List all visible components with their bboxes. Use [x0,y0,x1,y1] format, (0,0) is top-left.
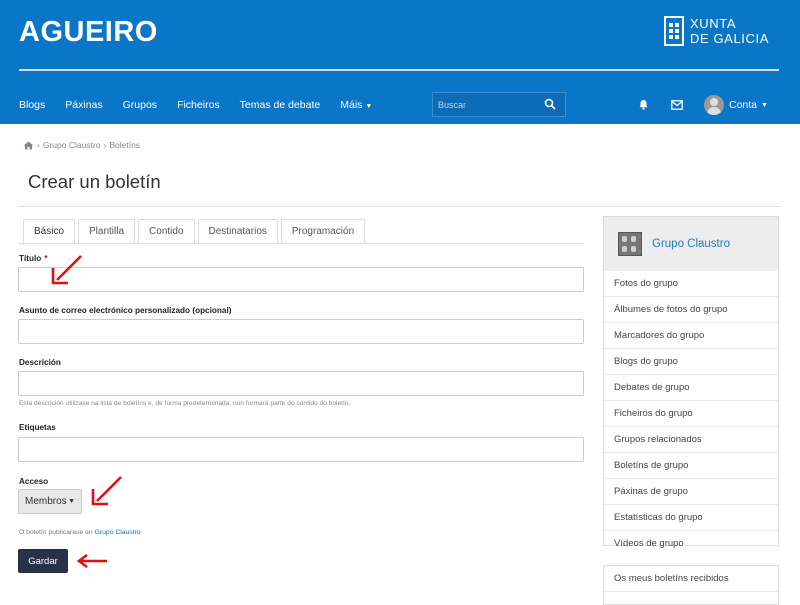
newsletter-sidebar: Os meus boletíns recibidos [603,565,779,605]
title-field[interactable] [18,267,584,292]
tab-template[interactable]: Plantilla [78,219,136,243]
nav-files[interactable]: Ficheiros [177,99,220,111]
sidebar-item-photo-albums[interactable]: Álbumes de fotos do grupo [604,297,778,323]
title-divider [18,206,780,207]
publish-note-text: O boletín publicarase en [19,529,93,536]
sidebar-item-videos[interactable]: Vídeos de grupo [604,531,778,556]
annotation-arrow-icon [51,255,82,285]
search-box [432,92,566,117]
xunta-emblem-icon [664,16,684,46]
tab-basic[interactable]: Básico [23,219,76,245]
chevron-down-icon: ▼ [365,103,373,110]
sidebar-item-pages[interactable]: Páxinas de grupo [604,479,778,505]
nav-pages[interactable]: Páxinas [65,99,102,111]
access-select-value: Membros [25,496,67,507]
avatar [704,95,724,115]
group-sidebar: Grupo Claustro Fotos do grupo Álbumes de… [603,216,779,549]
subject-label: Asunto de correo electrónico personaliza… [19,306,232,315]
sidebar-menu: Fotos do grupo Álbumes de fotos do grupo… [604,271,778,556]
nav-more-label: Máis [340,99,363,111]
sidebar-item-related-groups[interactable]: Grupos relacionados [604,427,778,453]
chevron-down-icon: ▼ [68,498,75,505]
nav-blogs[interactable]: Blogs [19,99,45,111]
main-nav: Blogs Páxinas Grupos Ficheiros Temas de … [19,92,392,118]
brand-line-1: XUNTA [690,16,737,31]
annotation-arrow-icon [76,553,107,569]
sidebar-item-discussions[interactable]: Debates de grupo [604,375,778,401]
access-label: Acceso [19,477,49,486]
account-label: Conta [729,99,758,111]
search-icon[interactable] [544,98,556,110]
header-divider [19,69,779,71]
breadcrumb-newsletters[interactable]: Boletíns [109,140,140,150]
sidebar-item-blogs[interactable]: Blogs do grupo [604,349,778,375]
tabs-divider [18,243,584,244]
account-menu[interactable]: Conta ▼ [704,95,768,115]
sidebar-item-files[interactable]: Ficheiros do grupo [604,401,778,427]
xunta-logo[interactable]: XUNTA DE GALICIA [664,16,769,46]
home-icon[interactable] [23,141,34,150]
annotation-arrow-icon [91,476,122,506]
description-help: Esta descrición utilizase na lista de bo… [19,400,351,407]
nav-more[interactable]: Máis ▼ [340,99,372,111]
tab-content[interactable]: Contido [138,219,195,243]
group-icon [618,232,642,256]
nav-groups[interactable]: Grupos [123,99,157,111]
description-label: Descrición [19,358,61,367]
sidebar-item-statistics[interactable]: Estatísticas do grupo [604,505,778,531]
publish-note-group-link[interactable]: Grupo Claustro [95,529,141,536]
page-title: Crear un boletín [28,171,161,192]
access-select[interactable]: Membros ▼ [18,489,82,514]
save-button[interactable]: Gardar [18,549,68,573]
top-header: AGUEIRO XUNTA DE GALICIA Blogs Páxinas G… [0,0,800,124]
tags-label: Etiquetas [19,423,56,432]
tab-recipients[interactable]: Destinatarios [197,219,278,243]
mail-icon[interactable] [671,100,683,110]
bell-icon[interactable] [638,99,649,110]
publish-note: O boletín publicarase en Grupo Claustro [19,529,141,536]
sidebar-item-bookmarks[interactable]: Marcadores do grupo [604,323,778,349]
required-marker: * [44,254,48,263]
description-field[interactable] [18,371,584,396]
sidebar-header: Grupo Claustro [604,217,778,271]
breadcrumb-separator: › [37,140,40,150]
form-tabs: Básico Plantilla Contido Destinatarios P… [23,219,368,245]
sidebar-item-photos[interactable]: Fotos do grupo [604,271,778,297]
breadcrumb: › Grupo Claustro › Boletíns [23,140,140,150]
title-label-text: Título [19,254,42,263]
site-title[interactable]: AGUEIRO [19,16,158,49]
title-label: Título * [19,254,47,263]
sidebar-item-my-received-newsletters[interactable]: Os meus boletíns recibidos [604,566,778,592]
brand-line-2: DE GALICIA [690,31,769,46]
sidebar-group-link[interactable]: Grupo Claustro [652,238,730,250]
tags-field[interactable] [18,437,584,462]
nav-discussions[interactable]: Temas de debate [240,99,321,111]
breadcrumb-group[interactable]: Grupo Claustro [43,140,101,150]
tab-schedule[interactable]: Programación [280,219,366,243]
sidebar-item-newsletters[interactable]: Boletíns de grupo [604,453,778,479]
chevron-down-icon: ▼ [761,101,768,109]
xunta-wordmark: XUNTA DE GALICIA [690,16,769,46]
breadcrumb-separator: › [103,140,107,150]
search-input[interactable] [433,98,540,111]
subject-field[interactable] [18,319,584,344]
